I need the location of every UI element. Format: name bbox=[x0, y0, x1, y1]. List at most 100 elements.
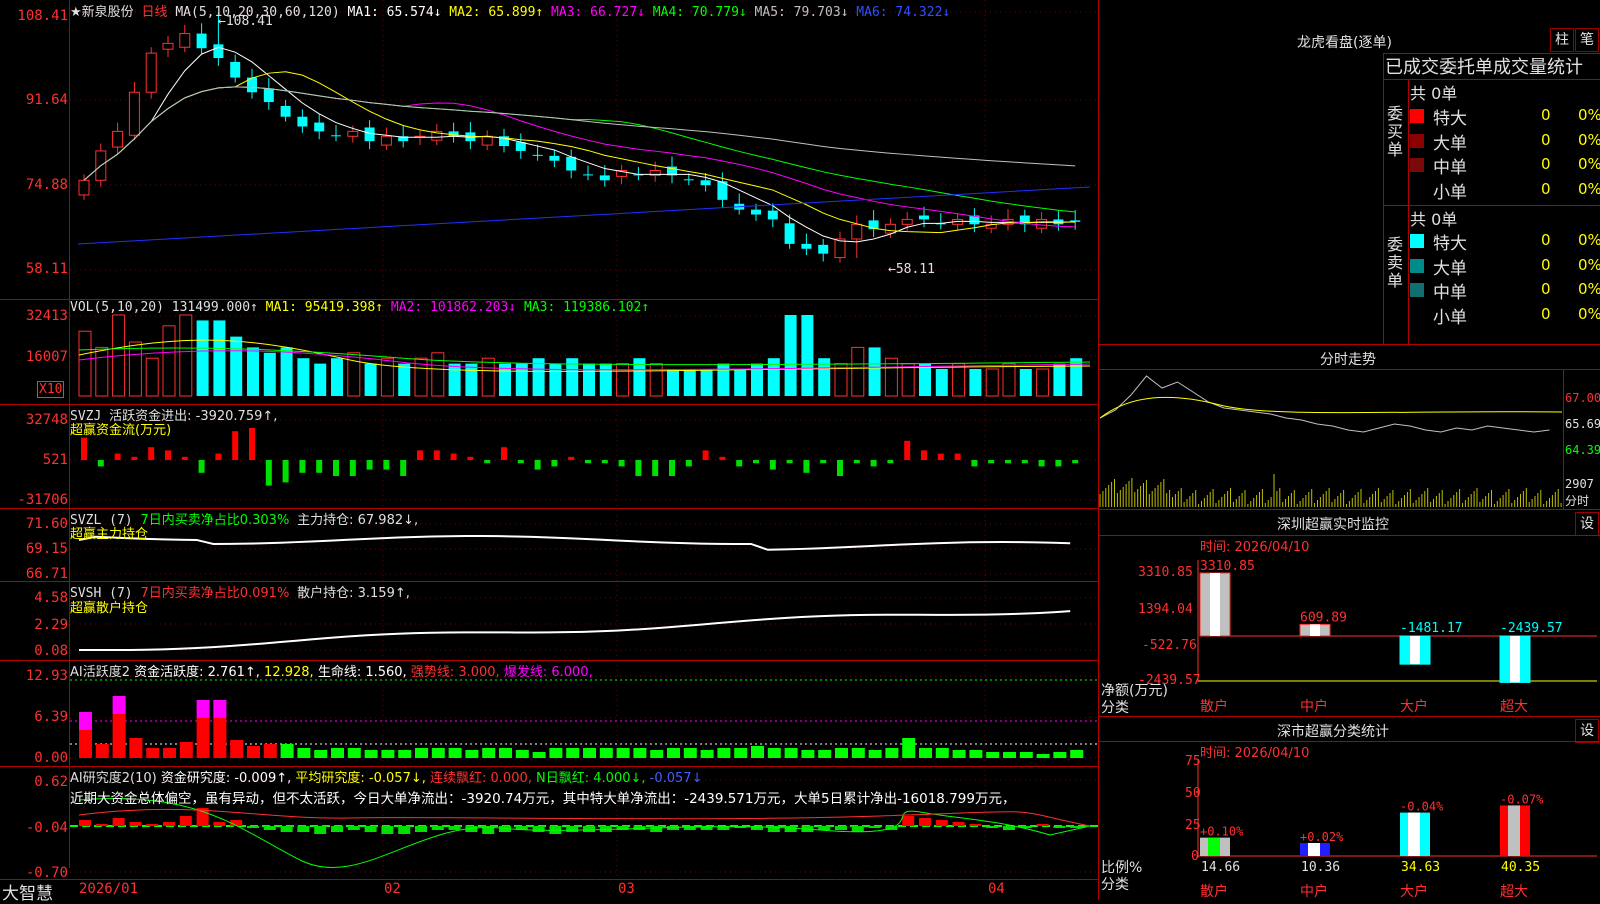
svzl-tick: 66.71 bbox=[25, 566, 68, 582]
date-tick: 02 bbox=[384, 881, 401, 897]
activity-bar bbox=[818, 750, 832, 758]
activity-bar bbox=[112, 714, 126, 758]
fundflow-bar bbox=[417, 450, 423, 460]
ai-research-header: AI研究度2(10) 资金研究度: -0.009↑, 平均研究度: -0.057… bbox=[70, 767, 702, 786]
fundflow-bar bbox=[400, 460, 407, 476]
research-bar bbox=[986, 826, 999, 828]
buy-total: 共 0单 bbox=[1410, 84, 1458, 103]
volume-bar bbox=[868, 347, 881, 396]
category-label: 散户 bbox=[1200, 699, 1228, 715]
ma6-line bbox=[77, 186, 1091, 245]
ai-active-tick: 12.93 bbox=[25, 668, 68, 684]
fundflow-bar bbox=[870, 460, 877, 467]
monitor-bar-highlight bbox=[1510, 636, 1520, 683]
candle-body bbox=[481, 135, 493, 146]
research-bar bbox=[851, 826, 864, 832]
candle-body bbox=[314, 122, 325, 132]
fundflow-bar bbox=[181, 456, 188, 460]
fundflow-bar bbox=[349, 460, 356, 476]
research-bar bbox=[247, 826, 259, 828]
vol-value: 131499.000↑ bbox=[171, 300, 258, 315]
activity-bar bbox=[179, 742, 193, 758]
research-bar bbox=[381, 826, 394, 834]
chart-right-border bbox=[1098, 0, 1099, 900]
buy-row-pct: 0% bbox=[1578, 155, 1600, 173]
candle-body bbox=[583, 174, 593, 176]
volume-bar bbox=[431, 352, 445, 397]
candle-body bbox=[784, 223, 795, 244]
date-axis-line bbox=[0, 879, 1098, 880]
candle-body bbox=[549, 155, 560, 161]
period-label[interactable]: 日线 bbox=[142, 5, 168, 20]
candle-body bbox=[566, 156, 577, 171]
stats-change-label: -0.04% bbox=[1400, 800, 1444, 814]
candle-body bbox=[767, 210, 778, 220]
fundflow-bar bbox=[669, 460, 675, 476]
stats-tick: 25 bbox=[1185, 818, 1201, 833]
research-bar bbox=[280, 826, 293, 832]
divider bbox=[1098, 509, 1600, 510]
ai-research-v3: 连续飘红: 0.000, bbox=[430, 771, 532, 786]
ma5-line bbox=[83, 86, 1076, 181]
fenshi-tick: 67.00 bbox=[1565, 391, 1600, 405]
activity-bar bbox=[431, 748, 445, 758]
brand-label: 大智慧 bbox=[2, 884, 53, 904]
price-tick: 74.88 bbox=[25, 177, 68, 193]
activity-bar bbox=[381, 750, 395, 758]
sell-row-count: 0 bbox=[1541, 255, 1551, 274]
research-bar bbox=[213, 822, 226, 826]
price-tick: 108.41 bbox=[17, 8, 68, 24]
fundflow-bar bbox=[1072, 460, 1079, 464]
activity-bar bbox=[297, 748, 311, 758]
monitor-settings-button[interactable]: 设 bbox=[1575, 512, 1599, 536]
activity-bar bbox=[314, 750, 328, 758]
candle-body bbox=[380, 135, 392, 146]
stats-value-label: 10.36 bbox=[1301, 860, 1340, 875]
volume-bar bbox=[717, 363, 730, 396]
svzj-tick: 32748 bbox=[25, 412, 68, 428]
main-chart-canvas[interactable]: 3310.85 609.89 -1481.17 -2439.57 +0.10% 14.66… bbox=[0, 0, 1600, 900]
ai-research-v1: 资金研究度: -0.009↑, bbox=[160, 771, 292, 786]
candle-body bbox=[347, 130, 359, 137]
research-bar bbox=[566, 826, 579, 832]
buy-orders-label: 委买单 bbox=[1386, 104, 1403, 159]
bar-mode-button[interactable]: 柱 bbox=[1550, 28, 1574, 52]
svzj-tick: 521 bbox=[42, 452, 68, 468]
tab-trade-stats[interactable]: 已成交委托单成交量统计 bbox=[1385, 53, 1583, 79]
activity-burst-bar bbox=[213, 700, 227, 718]
volume-bar bbox=[599, 363, 612, 396]
volume-bar bbox=[162, 325, 176, 397]
fundflow-bar bbox=[450, 453, 457, 460]
candle-body bbox=[884, 223, 896, 234]
activity-bar bbox=[532, 752, 546, 758]
activity-bar bbox=[515, 750, 529, 758]
vol-unit-badge[interactable]: X10 bbox=[37, 381, 65, 398]
research-bar bbox=[902, 816, 915, 826]
fundflow-bar bbox=[769, 460, 776, 470]
tick-mode-button[interactable]: 笔 bbox=[1575, 28, 1599, 52]
svsh-tick: 2.29 bbox=[34, 617, 68, 633]
svsh-tick: 4.58 bbox=[34, 590, 68, 606]
research-bar bbox=[415, 826, 427, 832]
fundflow-bar bbox=[1021, 460, 1028, 464]
research-bar bbox=[314, 826, 327, 834]
buy-row-name: 小单 bbox=[1433, 182, 1467, 203]
divider bbox=[1098, 535, 1600, 536]
stats-settings-button[interactable]: 设 bbox=[1575, 719, 1599, 743]
activity-bar bbox=[482, 748, 496, 758]
fundflow-bar bbox=[954, 453, 961, 460]
volume-bar bbox=[616, 363, 630, 397]
stats-value-label: 14.66 bbox=[1201, 860, 1240, 875]
stats-bar-highlight bbox=[1508, 805, 1520, 856]
ai-active-v4: 强势线: 3.000, bbox=[410, 665, 500, 680]
fundflow-bar bbox=[937, 453, 944, 460]
divider bbox=[1408, 79, 1409, 344]
volume-bar bbox=[398, 363, 411, 396]
stock-name[interactable]: ★新泉股份 bbox=[70, 5, 134, 20]
fundflow-bar bbox=[551, 460, 558, 467]
stats-value-label: 40.35 bbox=[1501, 860, 1540, 875]
date-tick: 03 bbox=[618, 881, 635, 897]
category-label: 散户 bbox=[1200, 884, 1228, 900]
candle-body bbox=[919, 215, 929, 220]
stats-change-label: -0.07% bbox=[1500, 792, 1544, 806]
